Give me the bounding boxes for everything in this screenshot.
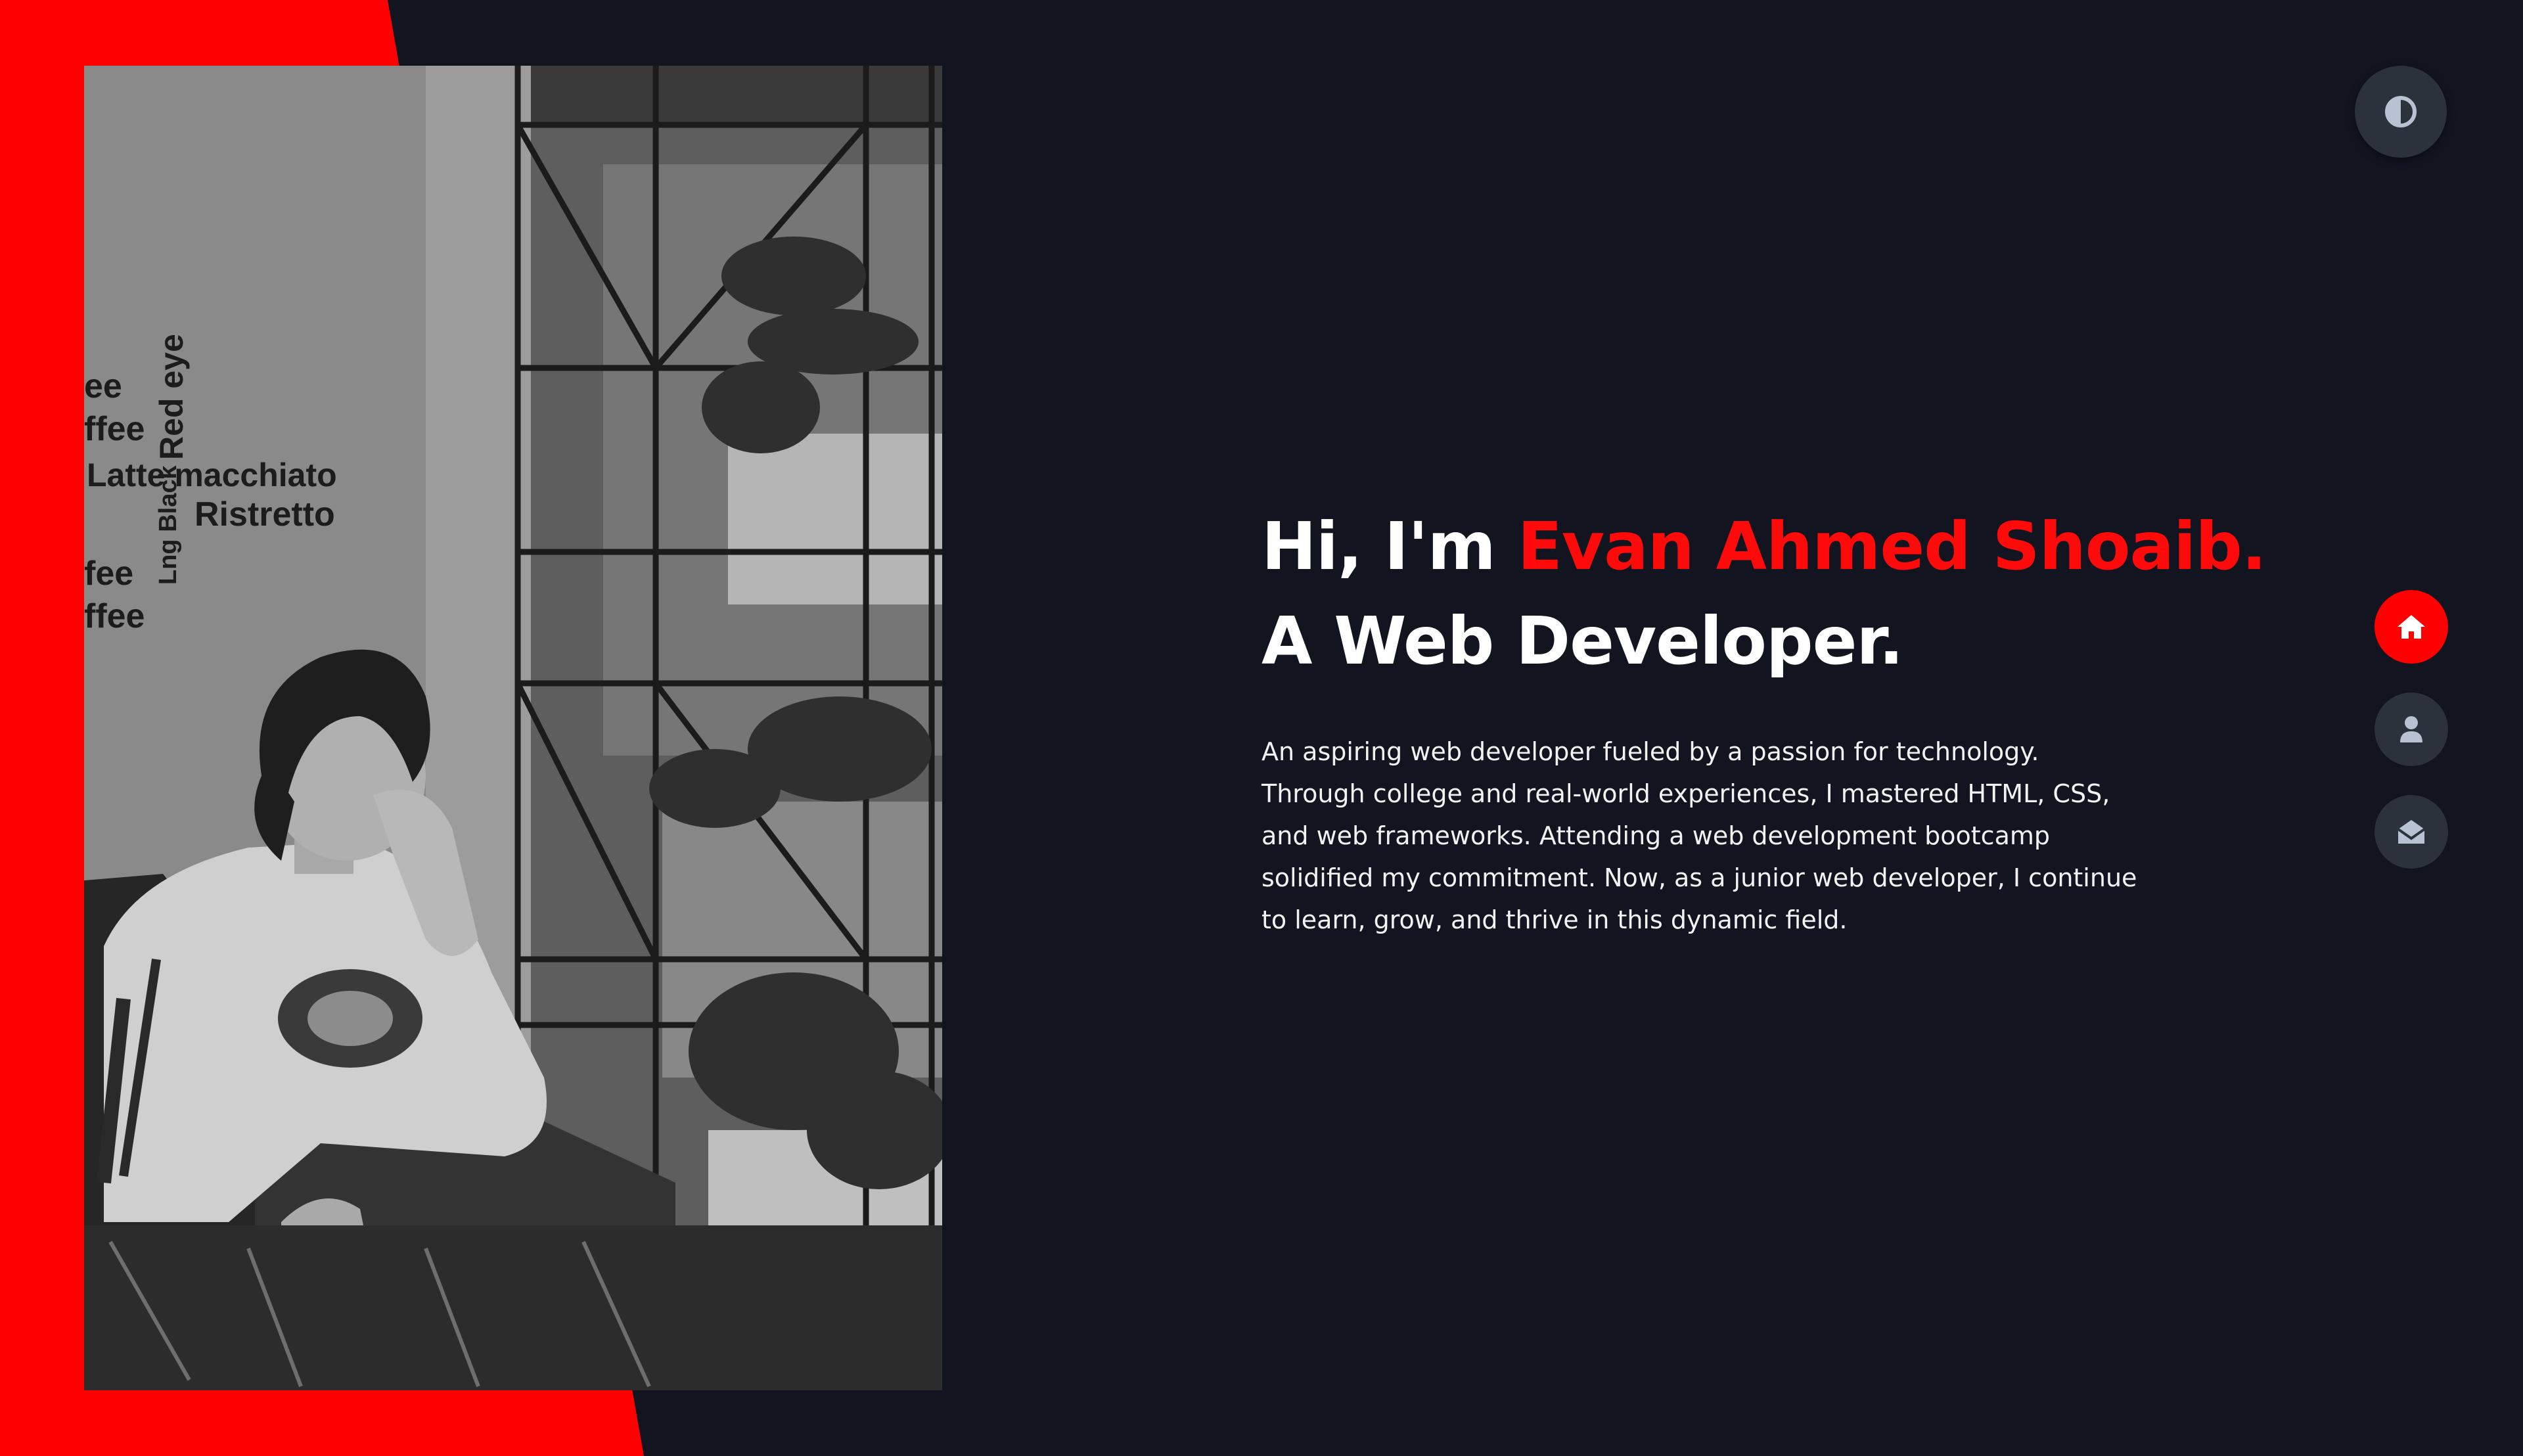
portfolio-home-page: ee ffee Latte macchiato Ristretto fee ff… [0,0,2523,1456]
home-icon [2398,615,2425,639]
wall-word-2: ffee [84,410,145,448]
hero-heading: Hi, I'm Evan Ahmed Shoaib. [1262,499,2267,594]
hero-role: A Web Developer. [1262,603,1903,679]
wall-word-4: Ristretto [194,495,335,534]
hero-name: Evan Ahmed Shoaib. [1517,508,2267,585]
wall-word-5: Red eye [153,334,190,460]
profile-photo: ee ffee Latte macchiato Ristretto fee ff… [84,66,942,1390]
nav-about-button[interactable] [2375,693,2448,766]
wall-word-6: Lng Black [154,465,182,585]
side-nav [2375,590,2448,898]
wall-word-8: ffee [84,597,145,635]
wall-word-7: fee [84,555,133,593]
user-icon [2400,716,2422,742]
nav-contact-button[interactable] [2375,795,2448,869]
wall-word-1: ee [84,367,122,405]
wall-word-3: Latte macchiato [87,457,337,493]
hero-greeting: Hi, I'm [1262,508,1518,585]
half-circle-contrast-icon [2385,96,2417,127]
theme-toggle-button[interactable] [2355,66,2447,158]
hero-bio: An aspiring web developer fueled by a pa… [1262,737,2137,934]
nav-home-button[interactable] [2375,590,2448,664]
profile-photo-art: ee ffee Latte macchiato Ristretto fee ff… [84,66,942,1390]
envelope-open-icon [2397,820,2426,844]
hero-section: Hi, I'm Evan Ahmed Shoaib. A Web Develop… [1262,499,2267,941]
